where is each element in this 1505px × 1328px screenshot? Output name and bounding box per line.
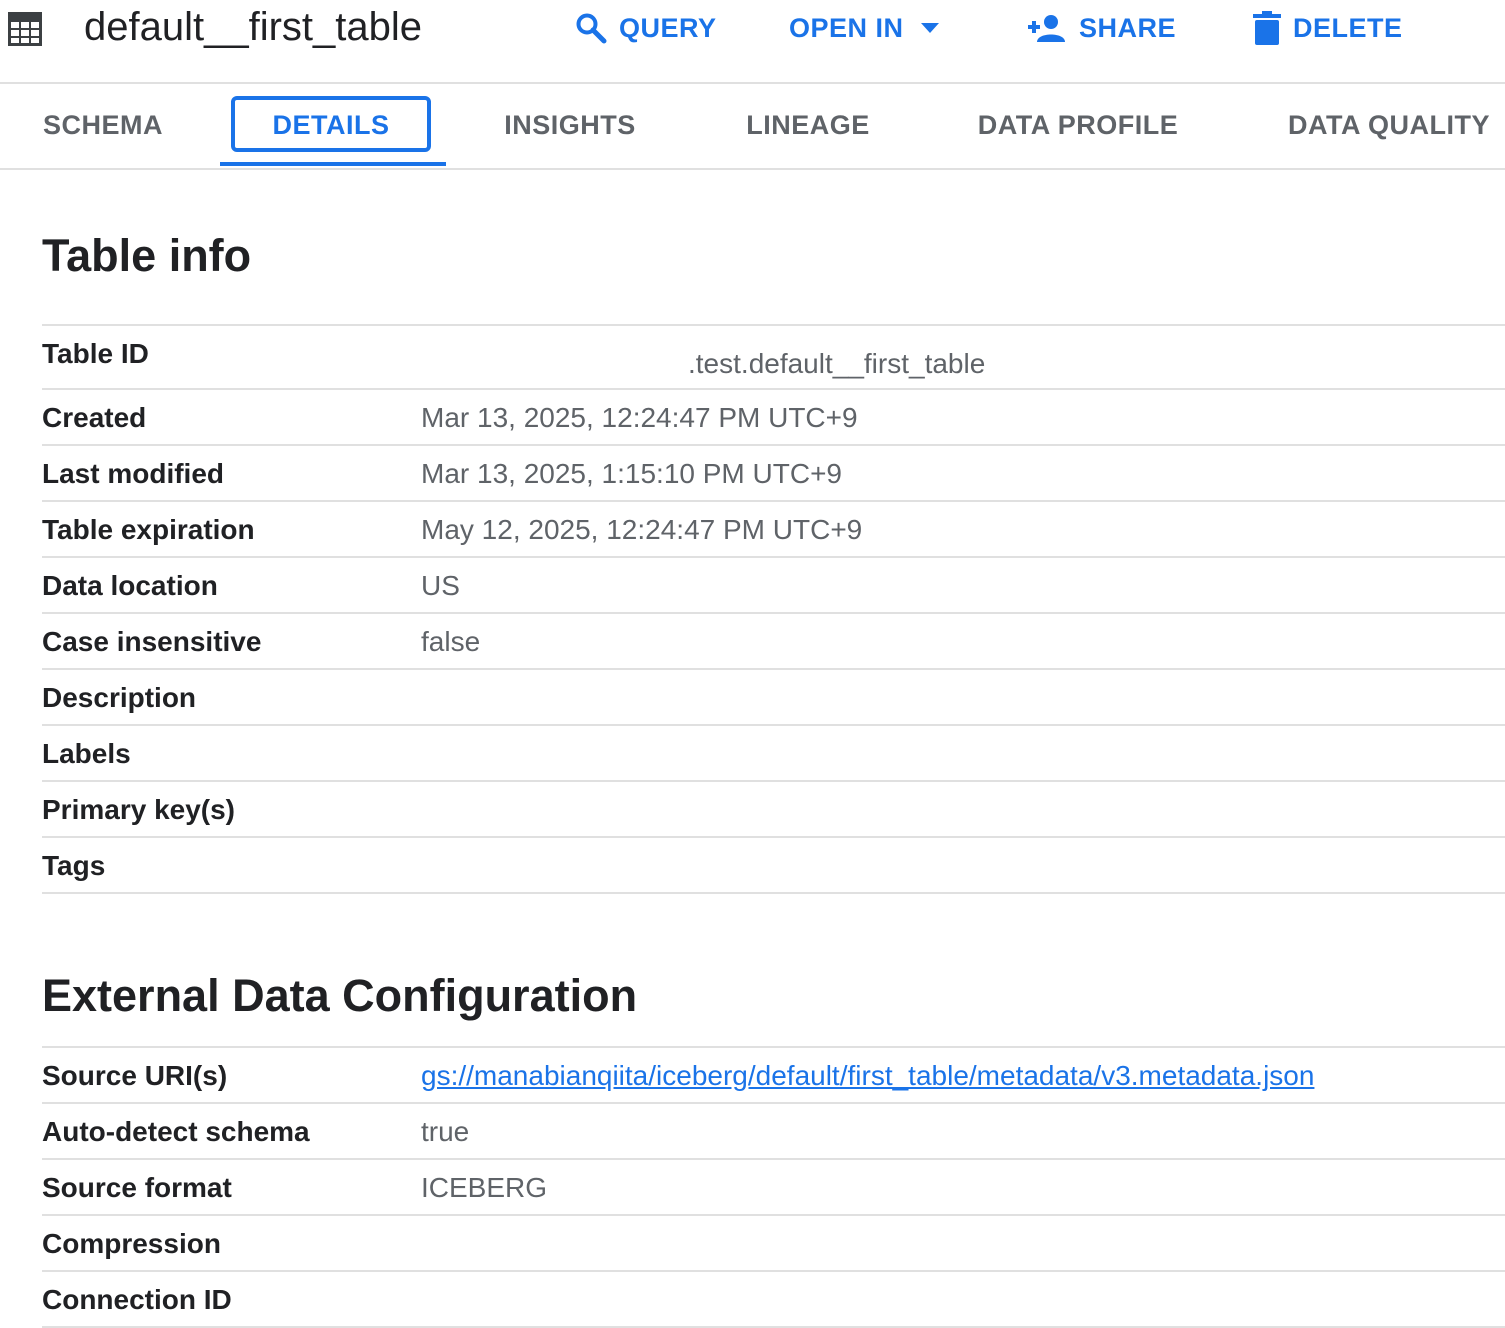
query-label: QUERY bbox=[619, 12, 717, 43]
table-row: Primary key(s) bbox=[42, 782, 1505, 838]
table-row: Description bbox=[42, 670, 1505, 726]
table-info-list: Table ID .test.default__first_table Crea… bbox=[42, 324, 1505, 894]
external-config-heading: External Data Configuration bbox=[42, 970, 638, 1021]
table-row: Data location US bbox=[42, 558, 1505, 614]
row-value: Mar 13, 2025, 1:15:10 PM UTC+9 bbox=[421, 458, 842, 489]
row-label: Created bbox=[42, 402, 147, 433]
row-label: Last modified bbox=[42, 458, 225, 489]
tab-data-quality[interactable]: DATA QUALITY bbox=[1270, 84, 1505, 166]
open-in-button[interactable]: OPEN IN bbox=[789, 8, 940, 48]
delete-button[interactable]: DELETE bbox=[1253, 8, 1403, 48]
row-label: Labels bbox=[42, 738, 131, 769]
row-label: Auto-detect schema bbox=[42, 1116, 310, 1147]
table-row: Compression bbox=[42, 1216, 1505, 1272]
row-value: Mar 13, 2025, 12:24:47 PM UTC+9 bbox=[421, 402, 858, 433]
table-row: Labels bbox=[42, 726, 1505, 782]
row-label: Description bbox=[42, 682, 197, 713]
share-label: SHARE bbox=[1079, 12, 1177, 43]
row-value: .test.default__first_table bbox=[688, 348, 986, 379]
row-label: Source format bbox=[42, 1172, 232, 1203]
open-in-label: OPEN IN bbox=[789, 12, 904, 43]
source-uri-link[interactable]: gs://manabianqiita/iceberg/default/first… bbox=[421, 1060, 1314, 1092]
query-button[interactable]: QUERY bbox=[575, 8, 717, 48]
row-label: Tags bbox=[42, 850, 106, 881]
row-value: May 12, 2025, 12:24:47 PM UTC+9 bbox=[421, 514, 863, 545]
table-grid-icon bbox=[8, 12, 42, 46]
row-value: ICEBERG bbox=[421, 1172, 548, 1203]
delete-label: DELETE bbox=[1293, 12, 1403, 43]
search-icon bbox=[576, 13, 607, 44]
table-row: Source URI(s) gs://manabianqiita/iceberg… bbox=[42, 1046, 1505, 1104]
table-row: Table expiration May 12, 2025, 12:24:47 … bbox=[42, 502, 1505, 558]
row-label: Source URI(s) bbox=[42, 1060, 228, 1091]
tab-focus-ring bbox=[231, 96, 431, 152]
person-add-icon bbox=[1028, 15, 1065, 42]
trash-icon bbox=[1253, 11, 1281, 45]
external-config-list: Source URI(s) gs://manabianqiita/iceberg… bbox=[42, 1046, 1505, 1328]
chevron-down-icon bbox=[920, 23, 939, 33]
row-value: true bbox=[421, 1116, 470, 1147]
tab-insights[interactable]: INSIGHTS bbox=[478, 84, 662, 166]
table-info-heading: Table info bbox=[42, 230, 252, 281]
row-value: false bbox=[421, 626, 481, 657]
row-value: US bbox=[421, 570, 460, 601]
tab-schema[interactable]: SCHEMA bbox=[20, 84, 186, 166]
table-row: Case insensitive false bbox=[42, 614, 1505, 670]
row-label: Connection ID bbox=[42, 1284, 232, 1315]
page-title: default__first_table bbox=[84, 5, 423, 49]
table-row: Auto-detect schema true bbox=[42, 1104, 1505, 1160]
tab-bar: SCHEMA DETAILS INSIGHTS LINEAGE DATA PRO… bbox=[0, 84, 1505, 170]
table-row: Tags bbox=[42, 838, 1505, 894]
table-row: Source format ICEBERG bbox=[42, 1160, 1505, 1216]
table-row: Created Mar 13, 2025, 12:24:47 PM UTC+9 bbox=[42, 390, 1505, 446]
active-tab-indicator bbox=[220, 162, 446, 166]
share-button[interactable]: SHARE bbox=[1027, 8, 1176, 48]
table-row: Connection ID bbox=[42, 1272, 1505, 1328]
tab-lineage[interactable]: LINEAGE bbox=[724, 84, 892, 166]
row-label: Data location bbox=[42, 570, 218, 601]
row-label: Primary key(s) bbox=[42, 794, 236, 825]
row-label: Case insensitive bbox=[42, 626, 262, 657]
row-label: Table ID bbox=[42, 338, 149, 369]
row-label: Table expiration bbox=[42, 514, 255, 545]
table-row: Last modified Mar 13, 2025, 1:15:10 PM U… bbox=[42, 446, 1505, 502]
row-label: Compression bbox=[42, 1228, 221, 1259]
table-row: Table ID .test.default__first_table bbox=[42, 324, 1505, 390]
tab-data-profile[interactable]: DATA PROFILE bbox=[958, 84, 1198, 166]
header-bar: default__first_table QUERY OPEN IN SHARE… bbox=[0, 0, 1505, 84]
